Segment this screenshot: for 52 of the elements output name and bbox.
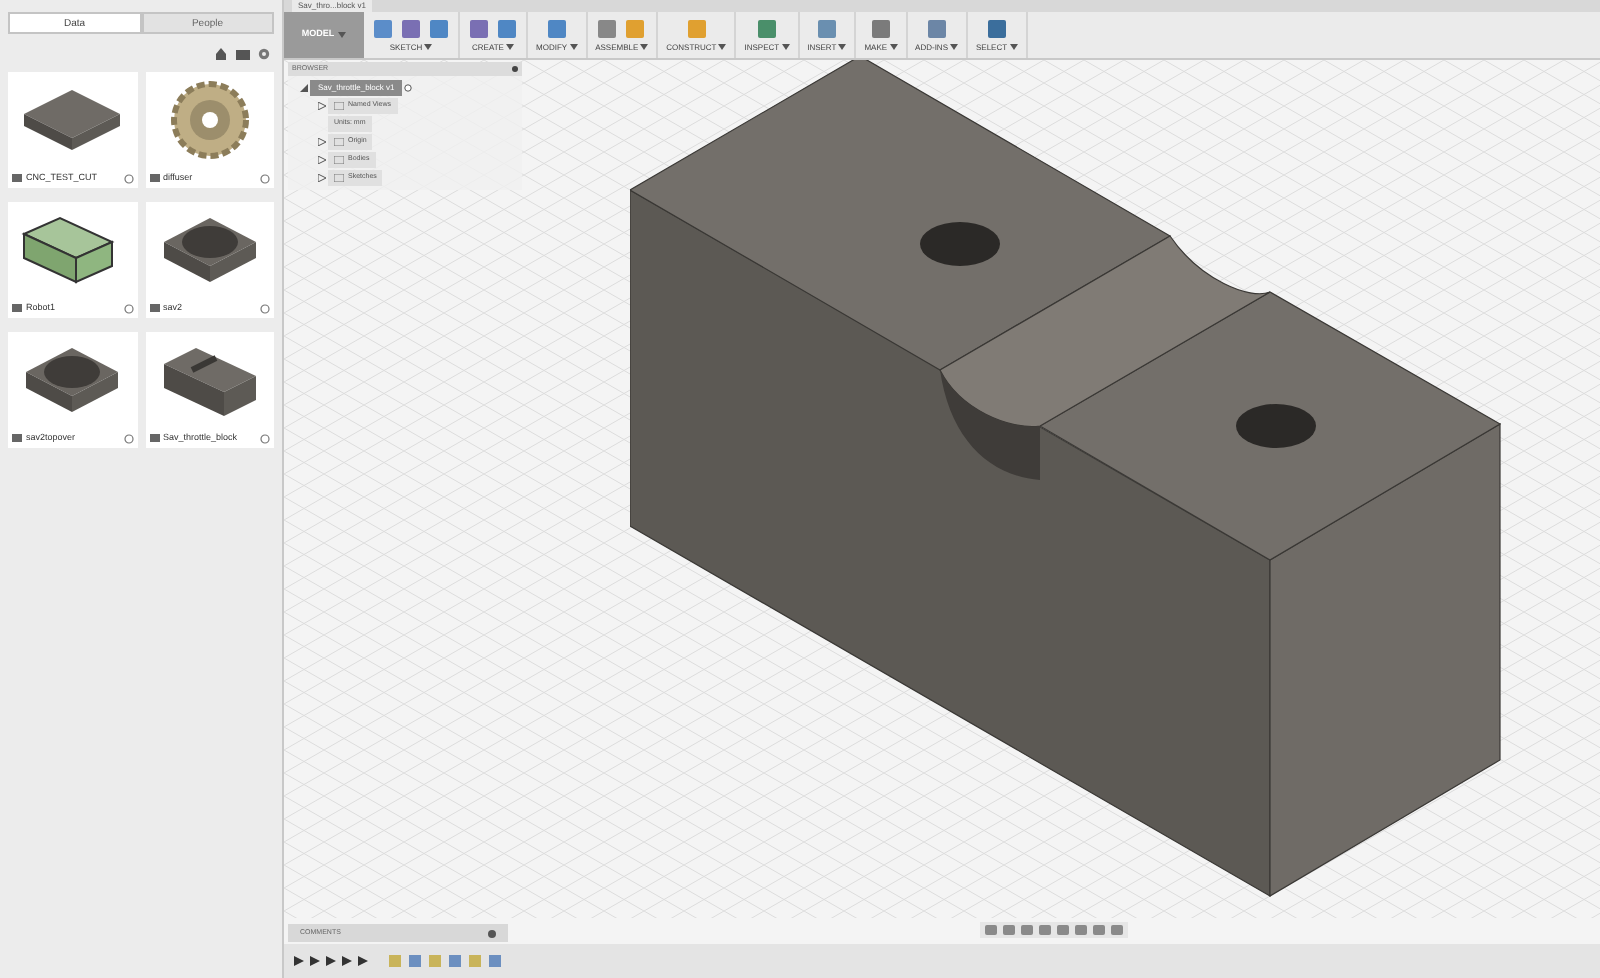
folder-icon[interactable] — [236, 48, 250, 60]
tool-icon[interactable] — [815, 17, 838, 39]
caret-icon — [889, 44, 898, 50]
info-icon[interactable] — [123, 173, 133, 183]
tool-icon[interactable] — [428, 17, 450, 39]
tool-icon[interactable] — [596, 17, 619, 39]
caret-icon — [1009, 44, 1018, 50]
caret-icon — [838, 44, 847, 50]
expand-arrow-icon[interactable] — [318, 156, 326, 164]
expand-arrow-icon[interactable] — [318, 102, 326, 110]
expand-arrow-icon[interactable] — [300, 84, 308, 92]
info-icon[interactable] — [123, 433, 133, 443]
design-icon — [12, 304, 22, 312]
design-icon — [149, 174, 159, 182]
info-icon[interactable] — [123, 303, 133, 313]
design-icon — [149, 304, 159, 312]
info-icon[interactable] — [260, 303, 270, 313]
design-icon — [12, 434, 22, 442]
ring-model-icon — [22, 344, 123, 416]
caret-icon — [505, 44, 514, 50]
folder-icon — [334, 102, 344, 110]
tool-icon[interactable] — [685, 17, 708, 39]
ring-model-icon — [159, 214, 260, 286]
close-icon[interactable] — [488, 929, 496, 937]
tool-icon[interactable] — [755, 17, 778, 39]
tool-icon[interactable] — [985, 17, 1008, 39]
caret-icon — [718, 44, 727, 50]
tool-icon[interactable] — [624, 17, 647, 39]
caret-icon — [950, 44, 958, 50]
gear-model-icon — [169, 80, 250, 160]
expand-arrow-icon[interactable] — [318, 174, 326, 182]
caret-icon — [569, 44, 578, 50]
caret-icon — [424, 44, 433, 50]
tool-icon[interactable] — [468, 17, 490, 39]
caret-icon — [338, 32, 347, 38]
info-icon[interactable] — [260, 173, 270, 183]
design-icon — [12, 174, 22, 182]
radio-icon[interactable] — [404, 84, 413, 92]
design-icon — [149, 434, 159, 442]
tool-icon[interactable] — [400, 17, 422, 39]
tool-icon[interactable] — [496, 17, 518, 39]
tool-icon[interactable] — [869, 17, 892, 39]
expand-arrow-icon[interactable] — [318, 138, 326, 146]
pin-icon[interactable] — [512, 66, 518, 72]
settings-icon[interactable] — [258, 48, 270, 60]
info-icon[interactable] — [260, 433, 270, 443]
tool-icon[interactable] — [545, 17, 568, 39]
plate-model-icon — [20, 86, 125, 154]
tool-icon[interactable] — [925, 17, 948, 39]
caret-icon — [781, 44, 790, 50]
tool-icon[interactable] — [372, 17, 394, 39]
caret-icon — [640, 44, 649, 50]
